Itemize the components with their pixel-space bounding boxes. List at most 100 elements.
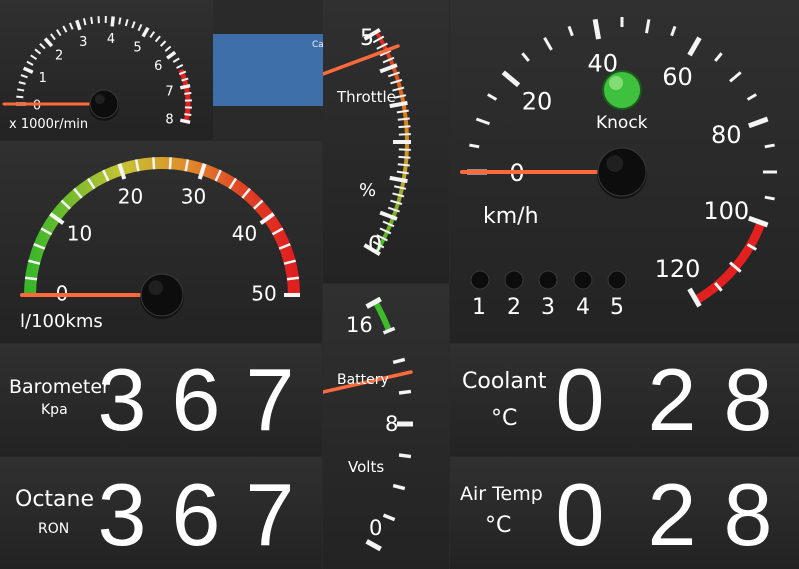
coolant-label: Coolant	[462, 369, 547, 394]
air-temp-digit-3: 8	[723, 465, 773, 564]
fuel-tick	[286, 276, 300, 281]
rpm-tick	[176, 63, 184, 69]
rpm-hub-gloss	[94, 94, 105, 104]
battery-tick-8: 8	[385, 412, 399, 436]
battery-tick	[382, 513, 396, 522]
fuel-tick-label: 40	[232, 222, 257, 246]
knock-label: Knock	[596, 113, 648, 133]
gear-label-2: 2	[507, 295, 521, 320]
speed-tick	[592, 18, 602, 40]
rpm-tick	[154, 35, 161, 43]
fuel-tick-label: 20	[118, 184, 143, 208]
fuel-tick-label: 50	[251, 282, 276, 306]
speed-tick	[748, 116, 769, 129]
fuel-tick	[168, 157, 172, 170]
air-temp-panel: Air Temp °C 0 2 8	[450, 457, 799, 569]
battery-tick-16: 16	[346, 313, 373, 337]
throttle-tick	[397, 163, 410, 167]
rpm-tick	[141, 26, 150, 38]
coolant-digit-3: 8	[723, 350, 773, 449]
rpm-tick	[20, 74, 28, 79]
rpm-tick	[49, 33, 56, 41]
octane-unit: RON	[38, 521, 70, 537]
throttle-tick	[397, 117, 410, 121]
background-window[interactable]: Ca	[213, 34, 324, 106]
rpm-tick	[149, 31, 156, 39]
knock-lamp	[602, 70, 642, 110]
coolant-digit-1: 0	[555, 350, 605, 449]
speed-tick-label: 120	[655, 255, 701, 283]
rpm-tick	[43, 37, 54, 48]
rpm-tick	[179, 83, 191, 90]
octane-label: Octane	[15, 487, 94, 512]
speed-hub	[597, 147, 647, 197]
fuel-hub-gloss	[148, 280, 164, 295]
battery-tick	[398, 389, 412, 395]
speed-gauge-panel: 020406080100120 Knock km/h 1 2 3 4 5	[450, 0, 799, 343]
fuel-tick	[152, 157, 156, 170]
air-temp-unit: °C	[485, 513, 512, 538]
gear-label-4: 4	[576, 295, 590, 320]
coolant-panel: Coolant °C 0 2 8	[450, 344, 799, 456]
rpm-tick	[68, 22, 74, 30]
octane-digit-3: 7	[245, 465, 295, 564]
rpm-tick	[124, 18, 129, 27]
throttle-gauge-panel: Throttle % 5 0	[323, 0, 449, 283]
rpm-tick	[75, 19, 82, 31]
rpm-tick-label: 2	[55, 49, 63, 64]
rpm-tick	[184, 113, 192, 117]
rpm-tick	[164, 45, 172, 52]
speed-tick-label: 80	[711, 121, 742, 149]
air-temp-digit-2: 2	[647, 465, 697, 564]
rpm-tick-label: 0	[33, 99, 41, 114]
coolant-digit-2: 2	[647, 350, 697, 449]
throttle-gauge	[323, 28, 411, 256]
speed-tick	[543, 37, 553, 51]
speed-tick-label: 60	[662, 63, 693, 91]
rpm-tick	[90, 16, 94, 25]
gear-light	[538, 270, 558, 290]
rpm-tick	[179, 118, 191, 125]
gear-light	[504, 270, 524, 290]
battery-tick	[392, 357, 406, 365]
rpm-tick-label: 8	[165, 112, 173, 127]
speed-tick	[469, 143, 480, 149]
rpm-tick	[172, 57, 180, 63]
octane-panel: Octane RON 3 6 7	[0, 457, 322, 569]
battery-tick	[392, 483, 406, 491]
battery-title: Battery	[337, 372, 389, 388]
speed-redline-arc	[693, 221, 766, 305]
rpm-unit-label: x 1000r/min	[9, 117, 89, 132]
battery-gauge-panel: Battery Volts 16 8 0	[323, 284, 449, 569]
rpm-tick	[17, 88, 25, 92]
barometer-unit: Kpa	[41, 402, 68, 418]
speed-tick	[645, 19, 651, 34]
speed-tick	[729, 71, 742, 83]
coolant-unit: °C	[491, 406, 518, 431]
rpm-tick	[184, 91, 192, 95]
gear-light	[607, 270, 627, 290]
rpm-tick	[39, 43, 46, 50]
gear-label-1: 1	[472, 295, 486, 320]
battery-tick-0: 0	[369, 516, 383, 540]
rpm-tick	[56, 29, 62, 37]
speed-gauge: 020406080100120	[460, 17, 777, 308]
speed-tick	[764, 195, 775, 201]
throttle-unit: %	[359, 180, 377, 201]
barometer-digit-1: 3	[97, 350, 147, 449]
rpm-tick-label: 5	[133, 40, 141, 55]
rpm-tick	[118, 17, 122, 25]
speed-tick	[521, 52, 530, 62]
fuel-tick-label: 30	[181, 184, 206, 208]
battery-green-arc	[372, 300, 392, 332]
battery-tick	[382, 326, 396, 335]
rpm-tick	[30, 54, 38, 61]
rpm-gauge-panel: 0 12 3 4 567 8 x 1000r/min	[0, 0, 213, 140]
gear-label-3: 3	[541, 295, 555, 320]
octane-digit-2: 6	[171, 465, 221, 564]
fuel-tick	[24, 276, 38, 281]
rpm-tick	[131, 21, 136, 29]
gear-light	[573, 270, 593, 290]
throttle-min-label: 0	[368, 233, 382, 258]
speed-hub-gloss	[606, 155, 624, 173]
